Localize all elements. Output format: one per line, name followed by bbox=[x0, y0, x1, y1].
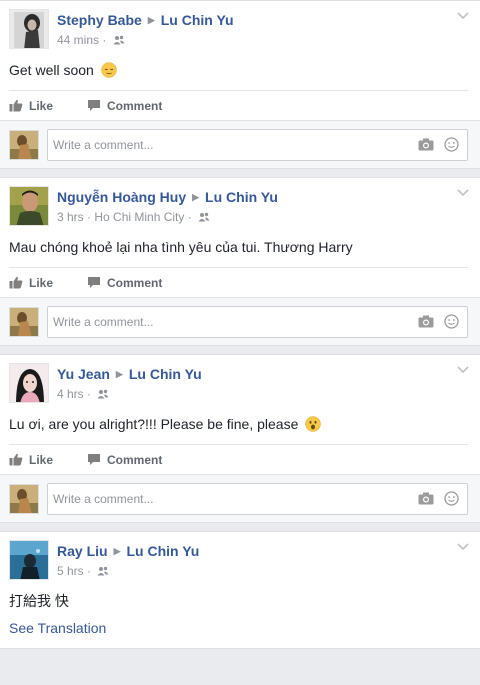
comment-input[interactable] bbox=[53, 491, 408, 506]
target-name[interactable]: Lu Chin Yu bbox=[161, 12, 234, 28]
timestamp[interactable]: 44 mins bbox=[57, 33, 99, 47]
like-button[interactable]: Like bbox=[9, 99, 53, 113]
friends-icon[interactable] bbox=[97, 566, 109, 576]
surprised-face-icon bbox=[305, 416, 321, 432]
post-message: Mau chóng khoẻ lại nha tình yêu của tui.… bbox=[9, 239, 353, 255]
post-ray-liu: Ray Liu ▶ Lu Chin Yu 5 hrs · 打給我 快 See Tra… bbox=[0, 531, 480, 649]
post-text: 打給我 快 See Translation bbox=[0, 584, 480, 648]
post-actions: Like Comment bbox=[9, 444, 468, 474]
comment-label: Comment bbox=[107, 452, 163, 467]
smiley-icon[interactable] bbox=[444, 137, 459, 152]
comment-input-box[interactable] bbox=[47, 128, 468, 161]
speech-bubble-icon bbox=[88, 100, 101, 111]
avatar bbox=[9, 129, 39, 160]
arrow-right-icon: ▶ bbox=[113, 546, 121, 556]
post-stephy-babe: Stephy Babe ▶ Lu Chin Yu 44 mins · Get wel… bbox=[0, 0, 480, 169]
comment-label: Comment bbox=[107, 98, 163, 113]
speech-bubble-icon bbox=[88, 454, 101, 465]
post-message: 打給我 快 bbox=[9, 593, 69, 609]
avatar[interactable] bbox=[9, 363, 49, 403]
chevron-down-icon[interactable] bbox=[456, 540, 470, 554]
target-name[interactable]: Lu Chin Yu bbox=[205, 189, 278, 205]
thumbs-up-icon bbox=[9, 276, 23, 289]
target-name[interactable]: Lu Chin Yu bbox=[129, 366, 202, 382]
see-translation-link[interactable]: See Translation bbox=[9, 619, 471, 638]
post-nguyen-hoang-huy: Nguyễn Hoàng Huy ▶ Lu Chin Yu 3 hrs · Ho C… bbox=[0, 177, 480, 346]
comment-button[interactable]: Comment bbox=[87, 453, 162, 467]
smiley-icon[interactable] bbox=[444, 491, 459, 506]
post-text: Get well soon bbox=[0, 53, 480, 90]
friends-icon[interactable] bbox=[198, 212, 210, 222]
comment-input[interactable] bbox=[53, 314, 408, 329]
friends-icon[interactable] bbox=[97, 389, 109, 399]
friends-icon[interactable] bbox=[113, 35, 125, 45]
comment-input-box[interactable] bbox=[47, 305, 468, 338]
comment-composer bbox=[0, 120, 480, 168]
comment-input-box[interactable] bbox=[47, 482, 468, 515]
news-feed: Stephy Babe ▶ Lu Chin Yu 44 mins · Get wel… bbox=[0, 0, 480, 649]
camera-icon[interactable] bbox=[418, 138, 434, 151]
comment-input[interactable] bbox=[53, 137, 408, 152]
camera-icon[interactable] bbox=[418, 492, 434, 505]
like-label: Like bbox=[29, 98, 54, 113]
chevron-down-icon[interactable] bbox=[456, 186, 470, 200]
post-yu-jean: Yu Jean ▶ Lu Chin Yu 4 hrs · Lu ơi, are yo… bbox=[0, 354, 480, 523]
chevron-down-icon[interactable] bbox=[456, 9, 470, 23]
comment-label: Comment bbox=[107, 275, 163, 290]
post-actions: Like Comment bbox=[9, 90, 468, 120]
arrow-right-icon: ▶ bbox=[147, 15, 155, 25]
arrow-right-icon: ▶ bbox=[192, 192, 200, 202]
thumbs-up-icon bbox=[9, 99, 23, 112]
arrow-right-icon: ▶ bbox=[115, 369, 123, 379]
author-name[interactable]: Stephy Babe bbox=[57, 12, 142, 28]
post-text: Mau chóng khoẻ lại nha tình yêu của tui.… bbox=[0, 230, 480, 267]
speech-bubble-icon bbox=[88, 277, 101, 288]
timestamp[interactable]: 3 hrs bbox=[57, 210, 84, 224]
comment-composer bbox=[0, 297, 480, 345]
author-name[interactable]: Yu Jean bbox=[57, 366, 110, 382]
like-label: Like bbox=[29, 452, 54, 467]
camera-icon[interactable] bbox=[418, 315, 434, 328]
post-actions: Like Comment bbox=[9, 267, 468, 297]
avatar bbox=[9, 306, 39, 337]
chevron-down-icon[interactable] bbox=[456, 363, 470, 377]
author-name[interactable]: Nguyễn Hoàng Huy bbox=[57, 189, 186, 205]
like-label: Like bbox=[29, 275, 54, 290]
post-message: Get well soon bbox=[9, 62, 94, 78]
post-text: Lu ơi, are you alright?!!! Please be fin… bbox=[0, 407, 480, 444]
smiley-icon[interactable] bbox=[444, 314, 459, 329]
timestamp[interactable]: 5 hrs bbox=[57, 564, 84, 578]
thumbs-up-icon bbox=[9, 453, 23, 466]
comment-button[interactable]: Comment bbox=[87, 276, 162, 290]
like-button[interactable]: Like bbox=[9, 453, 53, 467]
timestamp[interactable]: 4 hrs bbox=[57, 387, 84, 401]
avatar[interactable] bbox=[9, 9, 49, 49]
avatar[interactable] bbox=[9, 186, 49, 226]
avatar bbox=[9, 483, 39, 514]
relieved-face-icon bbox=[100, 62, 117, 78]
like-button[interactable]: Like bbox=[9, 276, 53, 290]
post-message: Lu ơi, are you alright?!!! Please be fin… bbox=[9, 416, 299, 432]
author-name[interactable]: Ray Liu bbox=[57, 543, 108, 559]
comment-composer bbox=[0, 474, 480, 522]
avatar[interactable] bbox=[9, 540, 49, 580]
comment-button[interactable]: Comment bbox=[87, 99, 162, 113]
target-name[interactable]: Lu Chin Yu bbox=[127, 543, 200, 559]
location[interactable]: Ho Chi Minh City bbox=[94, 210, 184, 224]
